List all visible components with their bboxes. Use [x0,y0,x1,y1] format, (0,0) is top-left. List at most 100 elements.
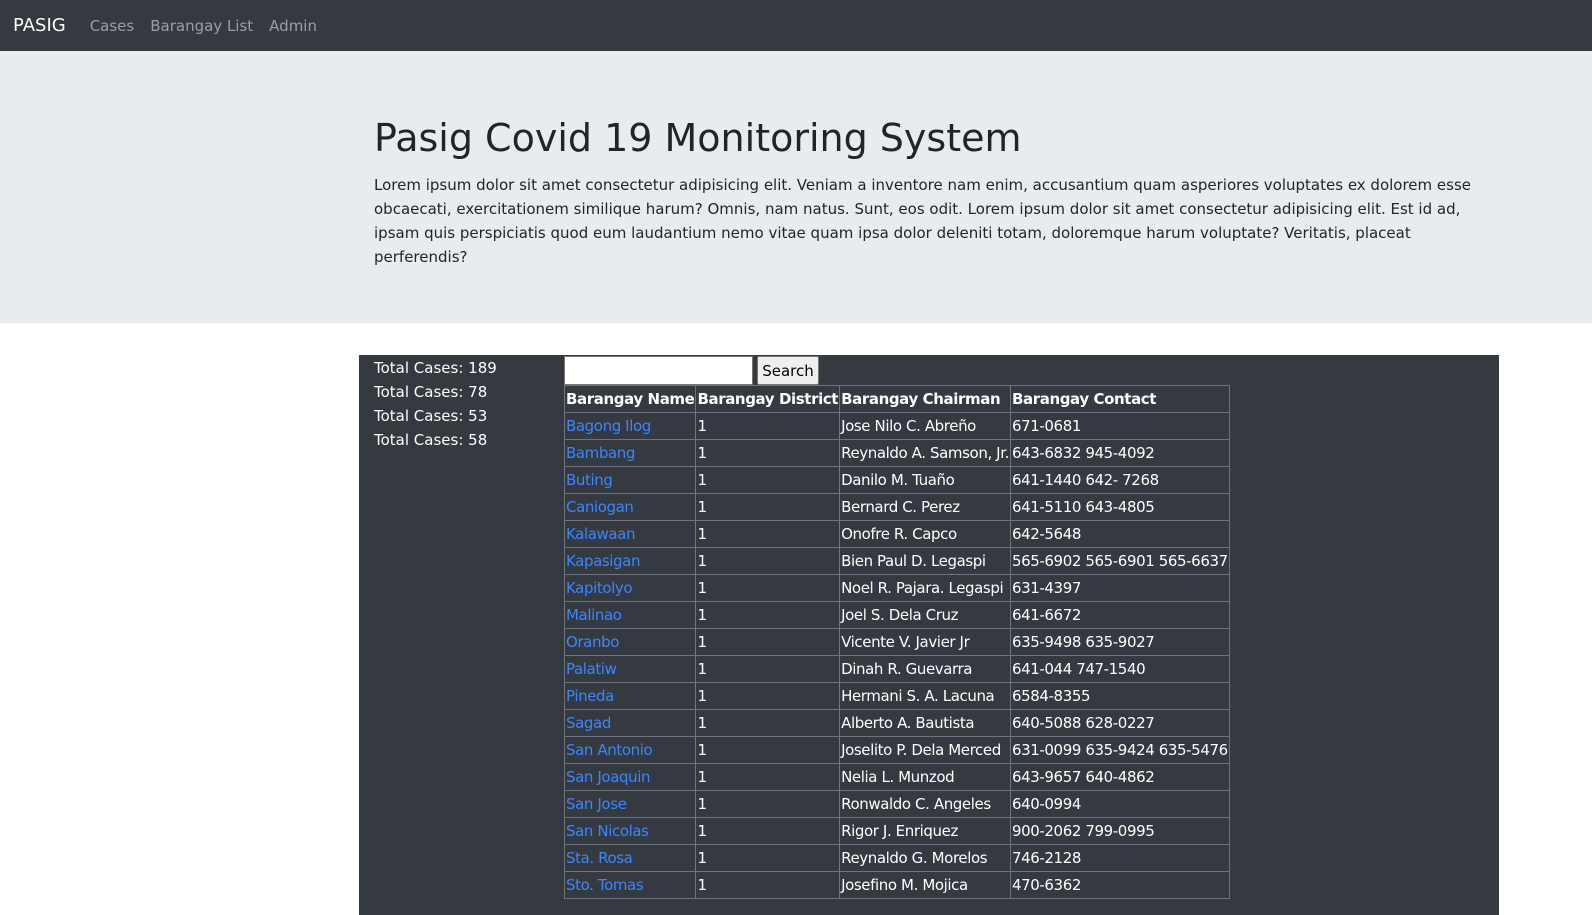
table-row: Sagad 1 Alberto A. Bautista 640-5088 628-02… [563,709,1230,737]
barangay-name-link[interactable]: Kalawaan [566,525,635,543]
barangay-contact-cell: 641-044 747-1540 [1009,655,1230,683]
barangay-contact-cell: 470-6362 [1009,871,1230,899]
barangay-contact-cell: 631-4397 [1009,574,1230,602]
column-header-barangay-name: Barangay Name [563,385,697,413]
barangay-name-link[interactable]: Palatiw [566,660,617,678]
barangay-contact-cell: 746-2128 [1009,844,1230,872]
barangay-name-cell: San Joaquin [563,763,697,791]
barangay-name-cell: Bambang [563,439,697,467]
barangay-chairman-cell: Reynaldo G. Morelos [839,844,1011,872]
table-row: Kapasigan 1 Bien Paul D. Legaspi 565-6902 5… [563,547,1230,575]
table-row: Buting 1 Danilo M. Tuaño 641-1440 642- 7268 [563,466,1230,494]
barangay-name-cell: Buting [563,466,697,494]
barangay-district-cell: 1 [695,790,841,818]
barangay-name-cell: Sagad [563,709,697,737]
barangay-chairman-cell: Noel R. Pajara. Legaspi [839,574,1011,602]
barangay-name-link[interactable]: San Jose [566,795,627,813]
search-button[interactable]: Search [757,356,819,385]
barangay-name-cell: Kapitolyo [563,574,697,602]
barangay-chairman-cell: Onofre R. Capco [839,520,1011,548]
barangay-name-link[interactable]: Sagad [566,714,611,732]
barangay-name-link[interactable]: Buting [566,471,613,489]
barangay-chairman-cell: Nelia L. Munzod [839,763,1011,791]
barangay-chairman-cell: Danilo M. Tuaño [839,466,1011,494]
totals-list: Total Cases: 189 Total Cases: 78 Total C… [374,356,497,452]
barangay-chairman-cell: Jose Nilo C. Abreño [839,412,1011,440]
barangay-district-cell: 1 [695,655,841,683]
column-header-barangay-chairman: Barangay Chairman [839,385,1011,413]
barangay-contact-cell: 641-6672 [1009,601,1230,629]
barangay-contact-cell: 640-0994 [1009,790,1230,818]
barangay-chairman-cell: Joselito P. Dela Merced [839,736,1011,764]
total-cases-item: Total Cases: 189 [374,359,497,377]
barangay-contact-cell: 631-0099 635-9424 635-5476 [1009,736,1230,764]
barangay-contact-cell: 643-9657 640-4862 [1009,763,1230,791]
table-row: Pineda 1 Hermani S. A. Lacuna 6584-8355 [563,682,1230,710]
table-row: Bambang 1 Reynaldo A. Samson, Jr. 643-6832 … [563,439,1230,467]
table-row: San Jose 1 Ronwaldo C. Angeles 640-0994 [563,790,1230,818]
barangay-district-cell: 1 [695,547,841,575]
barangay-name-link[interactable]: Malinao [566,606,622,624]
total-cases-item: Total Cases: 78 [374,383,488,401]
barangay-name-cell: Bagong Ilog [563,412,697,440]
brand-link[interactable]: PASIG [13,15,66,36]
barangay-name-link[interactable]: Kapasigan [566,552,640,570]
barangay-name-cell: Pineda [563,682,697,710]
barangay-name-cell: Kapasigan [563,547,697,575]
barangay-name-link[interactable]: Pineda [566,687,614,705]
table-row: Sta. Rosa 1 Reynaldo G. Morelos 746-2128 [563,844,1230,872]
barangay-name-link[interactable]: Kapitolyo [566,579,633,597]
barangay-contact-cell: 635-9498 635-9027 [1009,628,1230,656]
barangay-contact-cell: 643-6832 945-4092 [1009,439,1230,467]
barangay-district-cell: 1 [695,817,841,845]
table-row: Caniogan 1 Bernard C. Perez 641-5110 643-48… [563,493,1230,521]
hero-lead-text: Lorem ipsum dolor sit amet consectetur a… [374,176,1471,266]
barangay-chairman-cell: Bernard C. Perez [839,493,1011,521]
barangay-district-cell: 1 [695,601,841,629]
barangay-name-cell: San Jose [563,790,697,818]
table-row: Palatiw 1 Dinah R. Guevarra 641-044 747-154… [563,655,1230,683]
column-header-barangay-contact: Barangay Contact [1009,385,1230,413]
hero-jumbotron: Pasig Covid 19 Monitoring System Lorem i… [0,51,1592,323]
table-row: San Nicolas 1 Rigor J. Enriquez 900-2062 79… [563,817,1230,845]
barangay-district-cell: 1 [695,628,841,656]
dashboard-panel: Total Cases: 189 Total Cases: 78 Total C… [359,355,1499,915]
barangay-name-link[interactable]: Sto. Tomas [566,876,644,894]
barangay-name-link[interactable]: Caniogan [566,498,634,516]
barangay-district-cell: 1 [695,844,841,872]
barangay-contact-cell: 640-5088 628-0227 [1009,709,1230,737]
barangay-district-cell: 1 [695,412,841,440]
barangay-name-link[interactable]: San Joaquin [566,768,650,786]
nav-link-admin[interactable]: Admin [269,17,317,35]
barangay-chairman-cell: Reynaldo A. Samson, Jr. [839,439,1011,467]
barangay-name-cell: San Antonio [563,736,697,764]
table-row: Sto. Tomas 1 Josefino M. Mojica 470-6362 [563,871,1230,899]
total-cases-item: Total Cases: 58 [374,431,488,449]
barangay-district-cell: 1 [695,493,841,521]
barangay-chairman-cell: Bien Paul D. Legaspi [839,547,1011,575]
barangay-chairman-cell: Ronwaldo C. Angeles [839,790,1011,818]
barangay-name-link[interactable]: Oranbo [566,633,619,651]
barangay-contact-cell: 641-5110 643-4805 [1009,493,1230,521]
total-cases-item: Total Cases: 53 [374,407,488,425]
barangay-chairman-cell: Dinah R. Guevarra [839,655,1011,683]
barangay-name-cell: Palatiw [563,655,697,683]
barangay-district-cell: 1 [695,871,841,899]
nav-link-barangay-list[interactable]: Barangay List [150,17,253,35]
table-row: Kapitolyo 1 Noel R. Pajara. Legaspi 631-439… [563,574,1230,602]
barangay-name-link[interactable]: Sta. Rosa [566,849,633,867]
barangay-name-cell: Malinao [563,601,697,629]
barangay-chairman-cell: Hermani S. A. Lacuna [839,682,1011,710]
barangay-chairman-cell: Rigor J. Enriquez [839,817,1011,845]
table-row: Oranbo 1 Vicente V. Javier Jr 635-9498 635-… [563,628,1230,656]
barangay-name-link[interactable]: San Nicolas [566,822,649,840]
table-header-row: Barangay Name Barangay District Barangay… [563,385,1230,413]
search-input[interactable] [564,356,753,385]
barangay-name-link[interactable]: Bagong Ilog [566,417,651,435]
barangay-name-link[interactable]: San Antonio [566,741,653,759]
barangay-contact-cell: 565-6902 565-6901 565-6637 [1009,547,1230,575]
barangay-name-link[interactable]: Bambang [566,444,635,462]
barangay-chairman-cell: Alberto A. Bautista [839,709,1011,737]
search-bar: Search [564,356,819,385]
nav-link-cases[interactable]: Cases [90,17,135,35]
